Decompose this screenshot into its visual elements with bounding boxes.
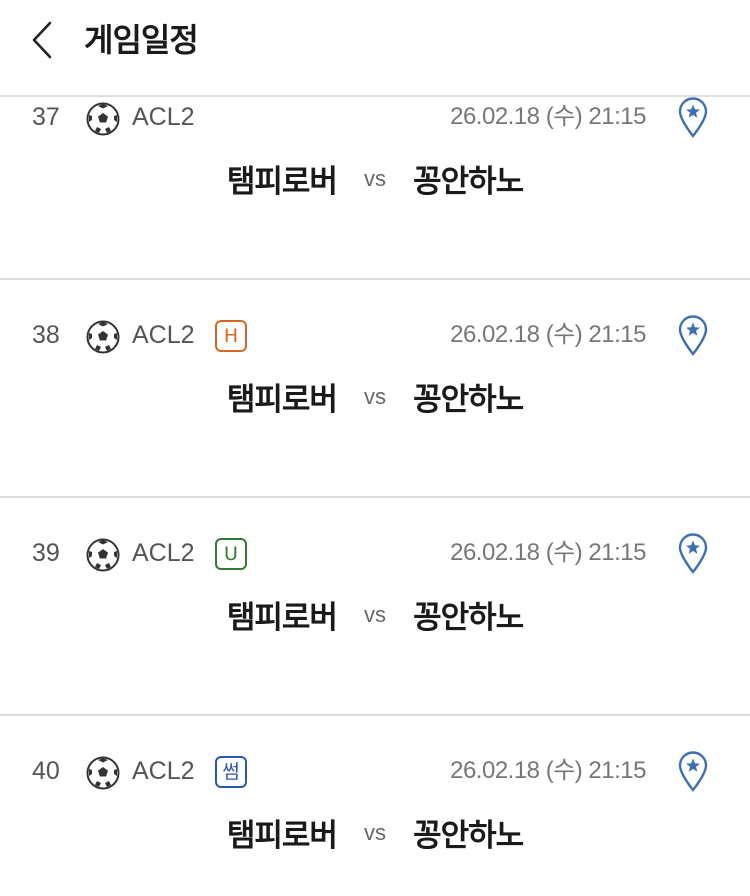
game-number: 37 (32, 103, 60, 131)
game-datetime: 26.02.18 (수) 21:15 (450, 321, 646, 348)
away-team: 꽁안하노 (413, 600, 524, 636)
soccer-ball-icon (86, 756, 120, 790)
game-datetime: 26.02.18 (수) 21:15 (450, 539, 646, 566)
vs-label: vs (364, 601, 386, 627)
game-number: 40 (32, 757, 60, 785)
handicap-badge: H (215, 320, 247, 352)
home-team: 탬피로버 (226, 164, 338, 200)
over-badge: 썸 (215, 756, 247, 788)
game-number: 38 (32, 321, 60, 349)
favorite-pin-icon[interactable] (677, 532, 709, 574)
matchup: 탬피로버 vs 꽁안하노 (0, 592, 750, 636)
game-row[interactable]: 38 ACL2 H 26.02.18 (수) 21:15 탬피로버 vs 꽁안하… (0, 280, 750, 498)
matchup: 탬피로버 vs 꽁안하노 (0, 374, 750, 418)
under-badge: U (215, 538, 247, 570)
game-schedule-screen: 37 ACL2 26.02.18 (수) 21:15 탬피로버 vs 꽁안하노 (0, 0, 750, 896)
game-row[interactable]: 39 ACL2 U 26.02.18 (수) 21:15 탬피로버 vs 꽁안하… (0, 498, 750, 716)
soccer-ball-icon (86, 102, 120, 136)
soccer-ball-icon (86, 538, 120, 572)
back-button[interactable] (22, 18, 62, 62)
vs-label: vs (364, 165, 386, 191)
game-row[interactable]: 40 ACL2 썸 26.02.18 (수) 21:15 탬피로버 vs 꽁안하… (0, 716, 750, 896)
favorite-pin-icon[interactable] (677, 96, 709, 138)
favorite-pin-icon[interactable] (677, 750, 709, 792)
league-label: ACL2 (132, 103, 195, 131)
home-team: 탬피로버 (226, 600, 338, 636)
app-header: 게임일정 (0, 0, 750, 97)
page-title: 게임일정 (84, 21, 199, 59)
game-number: 39 (32, 539, 60, 567)
vs-label: vs (364, 819, 386, 845)
game-datetime: 26.02.18 (수) 21:15 (450, 103, 646, 130)
matchup: 탬피로버 vs 꽁안하노 (0, 810, 750, 854)
matchup: 탬피로버 vs 꽁안하노 (0, 156, 750, 200)
away-team: 꽁안하노 (413, 164, 524, 200)
soccer-ball-icon (86, 320, 120, 354)
favorite-pin-icon[interactable] (677, 314, 709, 356)
away-team: 꽁안하노 (413, 818, 524, 854)
league-label: ACL2 (132, 757, 195, 785)
away-team: 꽁안하노 (413, 382, 524, 418)
game-datetime: 26.02.18 (수) 21:15 (450, 757, 646, 784)
home-team: 탬피로버 (226, 818, 338, 854)
vs-label: vs (364, 383, 386, 409)
chevron-left-icon (32, 21, 52, 59)
league-label: ACL2 (132, 321, 195, 349)
league-label: ACL2 (132, 539, 195, 567)
home-team: 탬피로버 (226, 382, 338, 418)
game-list: 37 ACL2 26.02.18 (수) 21:15 탬피로버 vs 꽁안하노 (0, 0, 750, 896)
